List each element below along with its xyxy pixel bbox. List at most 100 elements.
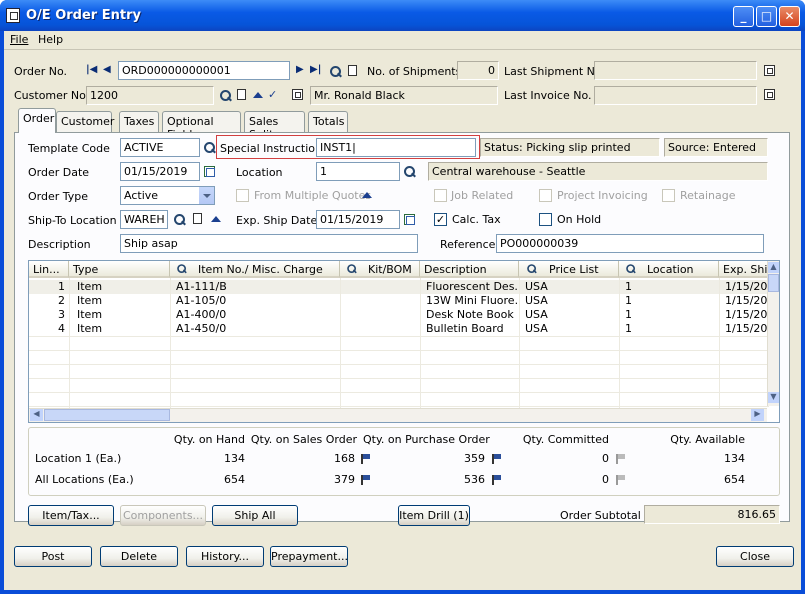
order-subtotal-label: Order Subtotal: [560, 509, 641, 522]
shipment-zoom-icon[interactable]: [764, 65, 775, 76]
item-tax-button[interactable]: Item/Tax...: [28, 505, 114, 526]
prepayment-button[interactable]: Prepayment...: [270, 546, 348, 567]
col-qty-purchase-order: Qty. on Purchase Order: [363, 433, 490, 446]
job-related-label: Job Related: [451, 189, 514, 202]
maximize-button[interactable]: □: [756, 6, 777, 27]
tab-optional-fields[interactable]: Optional Fields: [162, 111, 241, 141]
location-search-icon[interactable]: [404, 166, 416, 178]
summary-purchase-order: 536: [464, 473, 485, 486]
cell-description: Fluorescent Des...: [426, 280, 518, 293]
first-record-icon[interactable]: |◀: [86, 64, 97, 75]
order-no-input[interactable]: ORD000000000001: [118, 61, 290, 80]
ship-to-up-icon[interactable]: [211, 216, 221, 222]
new-order-icon[interactable]: [348, 65, 357, 76]
customer-zoom-icon[interactable]: [292, 89, 303, 100]
previous-record-icon[interactable]: ◀: [103, 64, 111, 75]
price-list-column-search-icon[interactable]: [527, 264, 537, 274]
post-button[interactable]: Post: [14, 546, 92, 567]
chevron-down-icon[interactable]: [198, 187, 214, 204]
menu-help[interactable]: Help: [38, 33, 63, 46]
last-invoice-value: [594, 86, 757, 105]
title-bar[interactable]: O/E Order Entry _ □ ✕: [0, 0, 805, 31]
cell-line: 3: [58, 308, 65, 321]
close-button[interactable]: Close: [716, 546, 794, 567]
order-date-calendar-icon[interactable]: [204, 166, 215, 177]
last-shipment-value: [594, 61, 757, 80]
from-multiple-quotes-label: From Multiple Quotes: [254, 189, 372, 202]
cell-exp-ship: 1/15/20: [725, 322, 768, 335]
customer-check-icon[interactable]: ✓: [268, 88, 277, 101]
exp-ship-date-label: Exp. Ship Date: [236, 214, 318, 227]
template-code-input[interactable]: ACTIVE: [120, 138, 200, 157]
template-search-icon[interactable]: [204, 142, 216, 154]
drill-down-icon[interactable]: [361, 475, 370, 485]
drill-down-icon: [616, 475, 625, 485]
ship-to-input[interactable]: WAREH: [120, 210, 168, 229]
customer-up-icon[interactable]: [253, 92, 263, 98]
special-instruction-input[interactable]: INST1|: [316, 138, 476, 157]
scroll-up-icon[interactable]: ▲: [768, 262, 779, 273]
drill-down-icon[interactable]: [492, 475, 501, 485]
tab-order[interactable]: Order: [18, 108, 56, 133]
grid-line: [29, 378, 769, 379]
horizontal-scroll-thumb[interactable]: [44, 409, 170, 421]
on-hold-checkbox[interactable]: [539, 213, 552, 226]
description-input[interactable]: Ship asap: [120, 234, 418, 253]
ship-all-button[interactable]: Ship All: [212, 505, 298, 526]
app-window: O/E Order Entry _ □ ✕ File Help Order No…: [0, 0, 805, 594]
cell-location: 1: [625, 280, 632, 293]
drill-down-icon[interactable]: [361, 454, 370, 464]
tab-customer[interactable]: Customer: [56, 111, 114, 132]
quotes-up-icon[interactable]: [362, 192, 372, 198]
job-related-checkbox: [434, 189, 447, 202]
item-drill-button[interactable]: Item Drill (1): [398, 505, 470, 526]
order-date-label: Order Date: [28, 166, 90, 179]
customer-name-value: Mr. Ronald Black: [310, 86, 498, 105]
column-header-line[interactable]: Lin...: [29, 261, 69, 278]
drill-down-icon[interactable]: [492, 454, 501, 464]
tab-taxes[interactable]: Taxes: [119, 111, 159, 132]
column-header-item[interactable]: Item No./ Misc. Charge: [170, 261, 340, 278]
scroll-right-icon[interactable]: ▶: [751, 409, 764, 421]
tab-totals[interactable]: Totals: [308, 111, 348, 132]
column-header-description[interactable]: Description: [420, 261, 519, 278]
order-search-icon[interactable]: [330, 66, 342, 78]
grid-divider: [340, 278, 341, 408]
menu-file[interactable]: File: [10, 33, 28, 46]
invoice-zoom-icon[interactable]: [764, 89, 775, 100]
history-button[interactable]: History...: [186, 546, 264, 567]
delete-button[interactable]: Delete: [100, 546, 178, 567]
cell-location: 1: [625, 294, 632, 307]
item-column-search-icon[interactable]: [177, 264, 187, 274]
grid-divider: [420, 278, 421, 408]
last-record-icon[interactable]: ▶|: [310, 64, 321, 75]
scroll-down-icon[interactable]: ▼: [768, 392, 779, 403]
next-record-icon[interactable]: ▶: [296, 64, 304, 75]
exp-ship-date-input[interactable]: 01/15/2019: [316, 210, 400, 229]
calc-tax-checkbox[interactable]: ✓: [434, 213, 447, 226]
column-header-type[interactable]: Type: [69, 261, 170, 278]
reference-input[interactable]: PO000000039: [496, 234, 764, 253]
minimize-button[interactable]: _: [733, 6, 754, 27]
order-lines-grid[interactable]: Lin... Type Item No./ Misc. Charge Kit/B…: [28, 260, 780, 423]
scroll-left-icon[interactable]: ◀: [30, 409, 43, 421]
kit-column-search-icon[interactable]: [347, 264, 357, 274]
location-column-search-icon[interactable]: [626, 264, 636, 274]
exp-ship-calendar-icon[interactable]: [404, 214, 415, 225]
order-type-select[interactable]: Active: [120, 186, 215, 205]
location-label: Location: [236, 166, 283, 179]
customer-new-icon[interactable]: [237, 89, 246, 100]
vertical-scroll-thumb[interactable]: [768, 274, 779, 292]
close-window-button[interactable]: ✕: [779, 6, 800, 27]
shipments-value: 0: [457, 61, 499, 80]
app-icon: [6, 8, 20, 23]
ship-to-new-icon[interactable]: [193, 213, 202, 224]
ship-to-search-icon[interactable]: [174, 214, 186, 226]
order-no-label: Order No.: [14, 65, 68, 78]
project-invoicing-label: Project Invoicing: [557, 189, 648, 202]
customer-search-icon[interactable]: [220, 90, 232, 102]
calc-tax-label: Calc. Tax: [452, 213, 501, 226]
order-date-input[interactable]: 01/15/2019: [120, 162, 200, 181]
tab-sales-split[interactable]: Sales Split: [244, 111, 305, 141]
location-input[interactable]: 1: [316, 162, 400, 181]
